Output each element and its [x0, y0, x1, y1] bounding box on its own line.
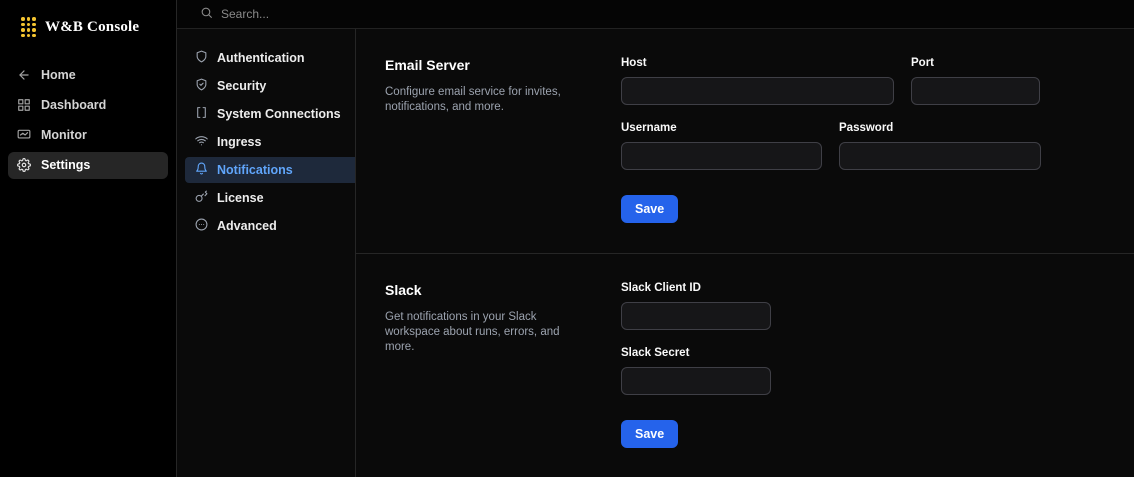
settings-nav-label: Authentication	[217, 51, 305, 65]
monitor-icon	[17, 128, 31, 142]
main-nav: Home Dashboard Monitor Settings	[0, 52, 176, 189]
topbar	[177, 0, 1134, 29]
password-input[interactable]	[839, 142, 1041, 170]
key-icon	[195, 190, 208, 206]
host-label: Host	[621, 57, 647, 69]
settings-nav-label: Notifications	[217, 163, 293, 177]
settings-nav: Authentication Security System Connectio…	[177, 29, 356, 477]
sidebar-item-settings[interactable]: Settings	[8, 151, 168, 179]
settings-nav-item-system-connections[interactable]: System Connections	[185, 101, 355, 127]
sidebar-item-label: Dashboard	[41, 98, 107, 112]
settings-content: Email Server Configure email service for…	[356, 29, 1134, 477]
sidebar-item-label: Home	[41, 68, 76, 82]
shield-icon	[195, 50, 208, 66]
arrow-left-icon	[17, 68, 31, 82]
port-input[interactable]	[911, 77, 1040, 105]
settings-nav-item-advanced[interactable]: Advanced	[185, 213, 355, 239]
wifi-icon	[195, 134, 208, 150]
password-label: Password	[839, 122, 894, 134]
wandb-logo-icon	[21, 17, 36, 38]
settings-nav-label: Advanced	[217, 219, 277, 233]
settings-nav-item-authentication[interactable]: Authentication	[185, 45, 355, 71]
email-save-button[interactable]: Save	[621, 195, 679, 223]
sidebar-item-home[interactable]: Home	[8, 62, 168, 89]
grid-icon	[17, 98, 31, 112]
host-input[interactable]	[621, 77, 894, 105]
slack-secret-input[interactable]	[621, 367, 771, 395]
sidebar-item-label: Monitor	[41, 128, 87, 142]
brand: W&B Console	[0, 0, 176, 52]
settings-nav-item-security[interactable]: Security	[185, 73, 355, 99]
username-label: Username	[621, 122, 677, 134]
section-description: Configure email service for invites, not…	[385, 86, 561, 113]
sidebar-item-label: Settings	[41, 158, 91, 172]
brackets-icon	[195, 106, 208, 122]
username-input[interactable]	[621, 142, 822, 170]
app-title: W&B Console	[45, 18, 140, 35]
circle-ellipsis-icon	[195, 218, 208, 234]
sidebar: W&B Console Home Dashboard Monitor Setti…	[0, 0, 177, 477]
settings-nav-label: Security	[217, 79, 267, 93]
search-icon	[200, 6, 213, 22]
section-title: Slack	[385, 282, 422, 298]
settings-nav-item-notifications[interactable]: Notifications	[185, 157, 355, 183]
sidebar-item-monitor[interactable]: Monitor	[8, 122, 168, 149]
slack-section: Slack Get notifications in your Slack wo…	[356, 253, 1134, 477]
slack-client-id-label: Slack Client ID	[621, 282, 701, 294]
search-input[interactable]	[221, 7, 641, 21]
main-area: Authentication Security System Connectio…	[177, 0, 1134, 477]
slack-secret-label: Slack Secret	[621, 347, 690, 359]
sidebar-item-dashboard[interactable]: Dashboard	[8, 92, 168, 119]
section-title: Email Server	[385, 57, 470, 73]
bell-icon	[195, 162, 208, 178]
section-description: Get notifications in your Slack workspac…	[385, 311, 560, 353]
app-window: W&B Console Home Dashboard Monitor Setti…	[0, 0, 1134, 477]
settings-nav-label: System Connections	[217, 107, 341, 121]
slack-save-button[interactable]: Save	[621, 420, 679, 448]
email-server-section: Email Server Configure email service for…	[356, 29, 1134, 253]
settings-nav-label: Ingress	[217, 135, 262, 149]
port-label: Port	[911, 57, 934, 69]
gear-icon	[17, 158, 31, 172]
slack-client-id-input[interactable]	[621, 302, 771, 330]
shield-check-icon	[195, 78, 208, 94]
settings-nav-item-license[interactable]: License	[185, 185, 355, 211]
settings-nav-item-ingress[interactable]: Ingress	[185, 129, 355, 155]
settings-nav-label: License	[217, 191, 264, 205]
